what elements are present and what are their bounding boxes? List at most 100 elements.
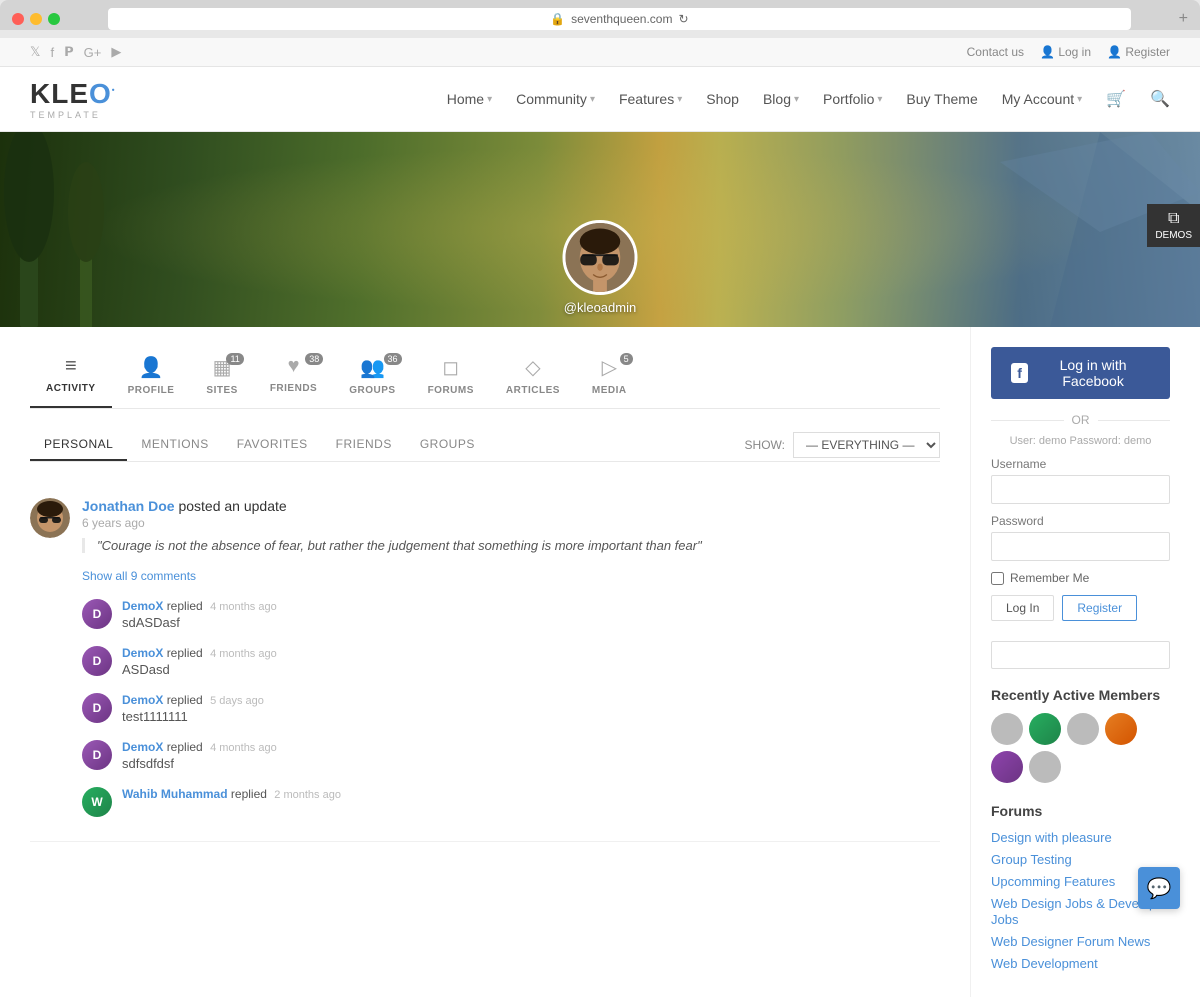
- tab-profile[interactable]: 👤 PROFILE: [112, 347, 191, 408]
- comment-time-2: 4 months ago: [210, 648, 277, 660]
- profile-tabs: ≡ ACTIVITY 👤 PROFILE 11 ▦ SITES 38 ♥ FRI…: [30, 347, 940, 409]
- top-bar-right: Contact us 👤 Log in 👤 Register: [967, 45, 1170, 59]
- jonathan-avatar-image: [30, 498, 70, 538]
- register-link[interactable]: 👤 Register: [1107, 45, 1170, 59]
- username-input[interactable]: [991, 475, 1170, 504]
- minimize-button[interactable]: [30, 13, 42, 25]
- nav-my-account[interactable]: My Account ▾: [1002, 91, 1082, 107]
- comment-header-4: DemoX replied 4 months ago: [122, 740, 940, 754]
- tab-media[interactable]: 5 ▷ MEDIA: [576, 347, 643, 408]
- tab-forums[interactable]: ◻ FORUMS: [412, 347, 490, 408]
- address-bar[interactable]: 🔒 seventhqueen.com ↻: [108, 8, 1131, 30]
- home-dropdown-arrow: ▾: [487, 94, 492, 105]
- comment-item-3: D DemoX replied 5 days ago test1111111: [82, 685, 940, 732]
- profile-username: @kleoadmin: [564, 300, 636, 315]
- comment-header-1: DemoX replied 4 months ago: [122, 599, 940, 613]
- nav-shop[interactable]: Shop: [706, 91, 739, 107]
- member-avatar-3[interactable]: [1067, 713, 1099, 745]
- profile-avatar[interactable]: [563, 220, 638, 295]
- activity-action: posted an update: [178, 498, 286, 514]
- activity-user-link[interactable]: Jonathan Doe: [82, 498, 175, 514]
- facebook-icon[interactable]: f: [50, 45, 54, 60]
- activity-quote: "Courage is not the absence of fear, but…: [82, 538, 940, 553]
- forum-item-6: Web Development: [991, 955, 1170, 971]
- forum-link-2[interactable]: Group Testing: [991, 852, 1072, 867]
- forum-link-6[interactable]: Web Development: [991, 956, 1098, 971]
- forum-link-1[interactable]: Design with pleasure: [991, 830, 1112, 845]
- facebook-login-button[interactable]: f Log in with Facebook: [991, 347, 1170, 399]
- comment-body-1: DemoX replied 4 months ago sdASDasf: [122, 599, 940, 630]
- tab-sites[interactable]: 11 ▦ SITES: [190, 347, 253, 408]
- demox-avatar-1: D: [82, 599, 112, 629]
- site-logo[interactable]: KLEO• TEMPLATE: [30, 78, 116, 120]
- tab-articles[interactable]: ◇ ARTICLES: [490, 347, 576, 408]
- close-button[interactable]: [12, 13, 24, 25]
- tab-groups[interactable]: 36 👥 GROUPS: [333, 347, 411, 408]
- nav-community[interactable]: Community ▾: [516, 91, 595, 107]
- forum-link-3[interactable]: Upcomming Features: [991, 874, 1115, 889]
- forums-title: Forums: [991, 803, 1170, 819]
- new-tab-button[interactable]: +: [1179, 10, 1188, 28]
- member-avatar-4[interactable]: [1105, 713, 1137, 745]
- nav-blog[interactable]: Blog ▾: [763, 91, 799, 107]
- filter-groups[interactable]: GROUPS: [406, 429, 489, 461]
- forum-link-5[interactable]: Web Designer Forum News: [991, 934, 1150, 949]
- cart-icon[interactable]: 🛒: [1106, 89, 1126, 109]
- member-avatar-6[interactable]: [1029, 751, 1061, 783]
- log-in-link[interactable]: 👤 Log in: [1040, 45, 1091, 59]
- maximize-button[interactable]: [48, 13, 60, 25]
- browser-titlebar: 🔒 seventhqueen.com ↻ +: [12, 8, 1188, 30]
- comment-body-3: DemoX replied 5 days ago test1111111: [122, 693, 940, 724]
- nav-features[interactable]: Features ▾: [619, 91, 682, 107]
- twitter-icon[interactable]: 𝕏: [30, 44, 40, 60]
- comment-header-3: DemoX replied 5 days ago: [122, 693, 940, 707]
- comment-action-3: replied: [167, 693, 203, 707]
- comment-user-link-3[interactable]: DemoX: [122, 693, 163, 707]
- show-all-comments[interactable]: Show all 9 comments: [82, 569, 196, 583]
- sidebar-search-input[interactable]: [991, 641, 1170, 669]
- filter-friends[interactable]: FRIENDS: [322, 429, 406, 461]
- activity-feed: Jonathan Doe posted an update 6 years ag…: [30, 482, 940, 842]
- password-label: Password: [991, 514, 1170, 528]
- register-button[interactable]: Register: [1062, 595, 1137, 621]
- contact-us-link[interactable]: Contact us: [967, 45, 1024, 59]
- tab-activity[interactable]: ≡ ACTIVITY: [30, 347, 112, 408]
- comment-user-link-5[interactable]: Wahib Muhammad: [122, 787, 228, 801]
- activity-time: 6 years ago: [82, 516, 940, 530]
- show-dropdown[interactable]: — EVERYTHING —: [793, 432, 940, 458]
- member-avatar-2[interactable]: [1029, 713, 1061, 745]
- password-input[interactable]: [991, 532, 1170, 561]
- nav-portfolio[interactable]: Portfolio ▾: [823, 91, 882, 107]
- filter-personal[interactable]: PERSONAL: [30, 429, 127, 461]
- member-avatar-1[interactable]: [991, 713, 1023, 745]
- activity-avatar-jonathan[interactable]: [30, 498, 70, 538]
- demos-badge-icon: ⧉: [1155, 210, 1192, 228]
- comment-user-link-4[interactable]: DemoX: [122, 740, 163, 754]
- member-avatar-5[interactable]: [991, 751, 1023, 783]
- google-plus-icon[interactable]: G+: [84, 45, 102, 60]
- logo-subtitle: TEMPLATE: [30, 110, 101, 120]
- filter-mentions[interactable]: MENTIONS: [127, 429, 222, 461]
- refresh-icon[interactable]: ↻: [678, 12, 688, 26]
- pinterest-icon[interactable]: 𝗣: [64, 44, 74, 60]
- chat-icon: 💬: [1147, 876, 1172, 901]
- remember-me-checkbox[interactable]: [991, 572, 1004, 585]
- nav-buy-theme[interactable]: Buy Theme: [906, 91, 977, 107]
- filter-favorites[interactable]: FAVORITES: [223, 429, 322, 461]
- activity-header: Jonathan Doe posted an update 6 years ag…: [82, 498, 940, 530]
- remember-me-row: Remember Me: [991, 571, 1170, 585]
- chat-button[interactable]: 💬: [1138, 867, 1180, 909]
- comment-time-1: 4 months ago: [210, 601, 277, 613]
- comment-body-4: DemoX replied 4 months ago sdfsdfdsf: [122, 740, 940, 771]
- nav-home[interactable]: Home ▾: [447, 91, 492, 107]
- search-icon[interactable]: 🔍: [1150, 89, 1170, 109]
- comment-user-link-1[interactable]: DemoX: [122, 599, 163, 613]
- content-area: ≡ ACTIVITY 👤 PROFILE 11 ▦ SITES 38 ♥ FRI…: [0, 327, 1200, 997]
- youtube-icon[interactable]: ▶: [111, 44, 121, 60]
- login-button[interactable]: Log In: [991, 595, 1054, 621]
- portfolio-dropdown-arrow: ▾: [877, 94, 882, 105]
- demos-badge[interactable]: ⧉ DEMOS: [1147, 204, 1200, 247]
- activity-body: Jonathan Doe posted an update 6 years ag…: [82, 498, 940, 825]
- comment-user-link-2[interactable]: DemoX: [122, 646, 163, 660]
- tab-friends[interactable]: 38 ♥ FRIENDS: [254, 347, 333, 406]
